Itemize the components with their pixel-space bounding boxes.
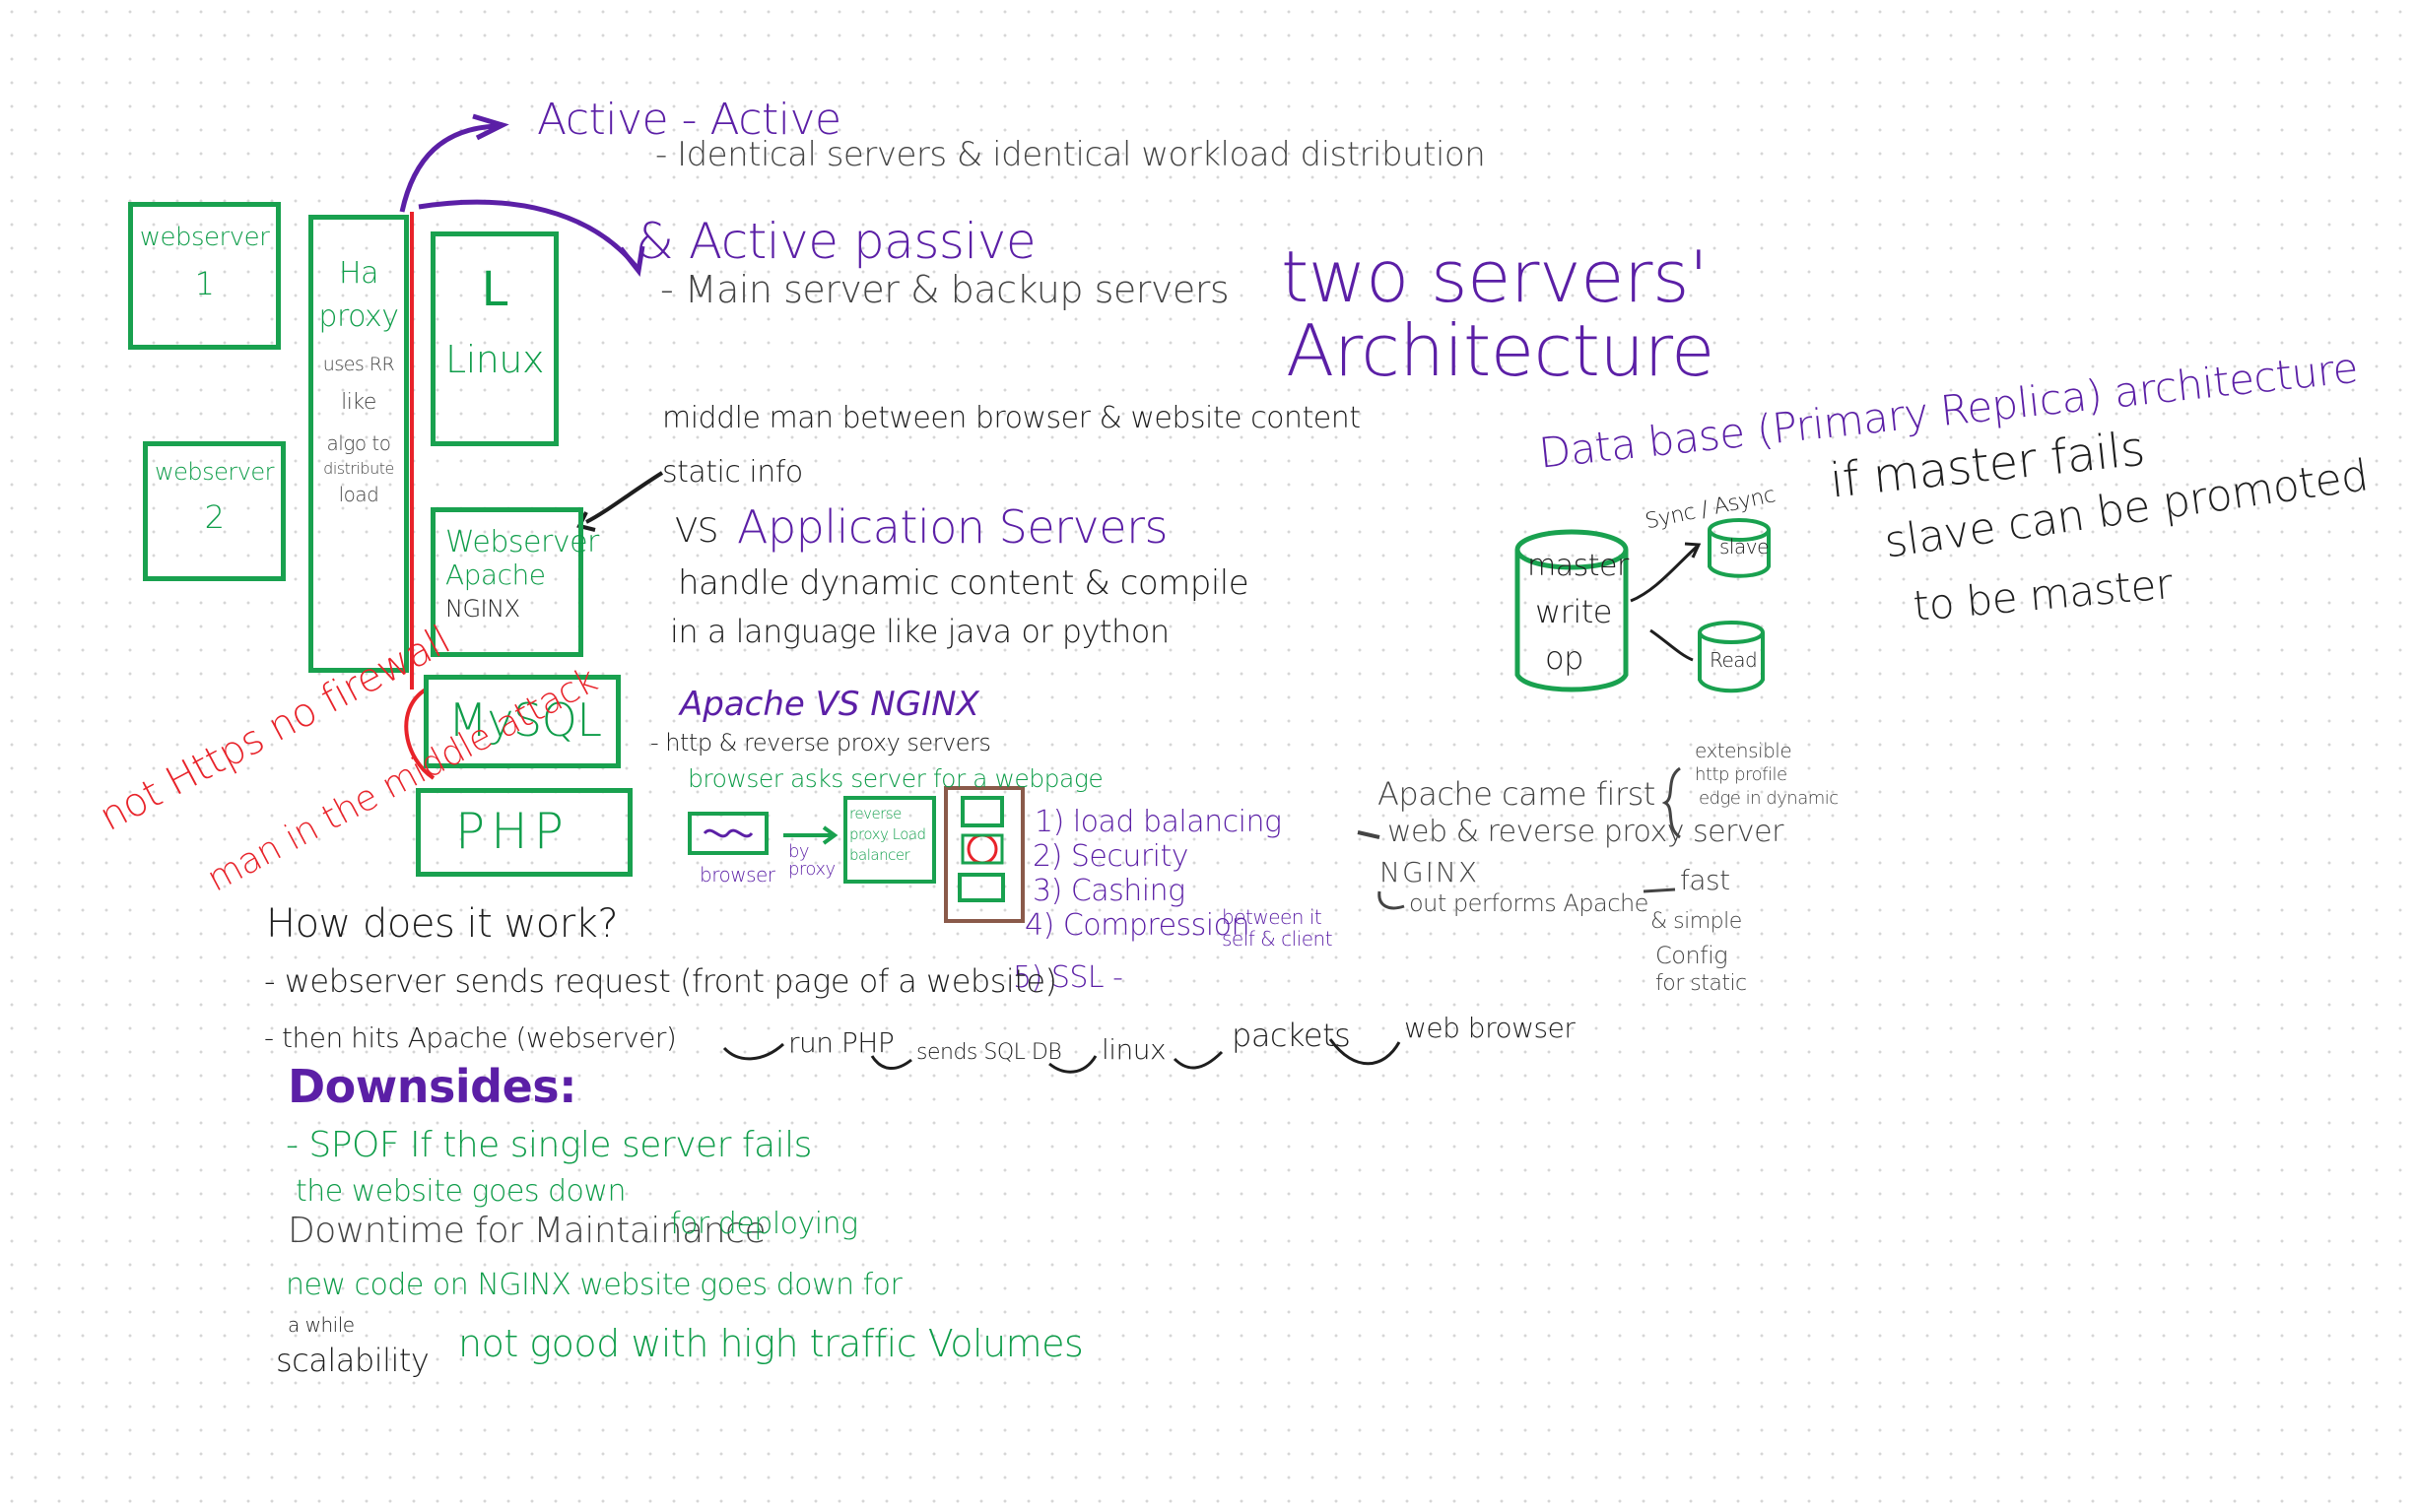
arrow-master-slave xyxy=(1630,545,1699,603)
arrow-to-active-active xyxy=(399,123,499,213)
downside-6b: not good with high traffic Volumes xyxy=(458,1322,1084,1365)
static-info-note: static info xyxy=(662,455,803,490)
haproxy-line-5: algo to xyxy=(326,431,392,455)
web-reverse-proxy-note: web & reverse proxy server xyxy=(1387,815,1783,849)
browser-squiggle xyxy=(703,828,754,838)
arrow-apache-php xyxy=(722,1042,785,1061)
active-active-desc: - Identical servers & identical workload… xyxy=(655,135,1486,174)
op-label: op xyxy=(1545,639,1583,677)
apache-edge: edge in dynamic xyxy=(1699,788,1839,809)
vs-label: VS xyxy=(675,511,718,551)
haproxy-line-7: load xyxy=(338,483,379,506)
benefit-3: 3) Cashing xyxy=(1033,874,1185,908)
by-proxy-label: by proxy xyxy=(788,841,836,880)
webserver-box-line-1: Webserver xyxy=(445,525,599,559)
php-box: PHP xyxy=(416,788,633,877)
title-line-2: Architecture xyxy=(1286,309,1714,392)
downside-5: a while xyxy=(288,1313,355,1337)
read-label: Read xyxy=(1710,648,1758,672)
how-step-2d: linux xyxy=(1102,1033,1167,1066)
arrow-to-webserver-box xyxy=(585,471,664,524)
how-heading: How does it work? xyxy=(266,901,619,947)
server-square-1 xyxy=(961,796,1004,827)
middle-man-note: middle man between browser & website con… xyxy=(662,401,1361,435)
nginx-for-static: for static xyxy=(1655,971,1747,996)
slave-label: slave xyxy=(1719,535,1769,559)
haproxy-box: Ha proxy uses RR like algo to distribute… xyxy=(308,215,409,673)
downside-3b: for deploying xyxy=(670,1207,858,1241)
apache-http-profile: http profile xyxy=(1695,764,1787,785)
app-desc-2: in a language like java or python xyxy=(670,613,1170,650)
webserver-2-box: webserver 2 xyxy=(143,441,286,581)
gear-icon xyxy=(967,833,998,865)
how-step-2a: - then hits Apache (webserver) xyxy=(264,1021,677,1054)
webserver-apache-box: Webserver Apache NGINX xyxy=(431,507,599,657)
how-step-2e: packets xyxy=(1232,1017,1351,1054)
outperforms-note: out performs Apache xyxy=(1409,889,1648,917)
title-line-1: two servers' xyxy=(1281,235,1709,318)
webserver-1-label: webserver xyxy=(139,223,270,252)
server-square-3 xyxy=(958,873,1005,902)
benefit-4: 4) Compression xyxy=(1025,908,1250,943)
how-step-2c: sends SQL DB xyxy=(916,1040,1062,1065)
webserver-1-box: webserver 1 xyxy=(128,202,281,350)
downside-2: the website goes down xyxy=(296,1174,626,1209)
write-label: write xyxy=(1535,593,1612,630)
nginx-note: NGINX xyxy=(1379,856,1480,888)
haproxy-line-2: proxy xyxy=(318,299,399,334)
linux-letter: L xyxy=(481,262,508,317)
browser-asks-note: browser asks server for a webpage xyxy=(688,764,1104,793)
reverse-proxy-label: reverse proxy Load balancer xyxy=(849,805,926,864)
app-desc-1: handle dynamic content & compile xyxy=(678,563,1249,603)
downside-4: new code on NGINX website goes down for xyxy=(286,1268,903,1302)
apache-vs-nginx-heading: Apache VS NGINX xyxy=(680,685,979,724)
how-step-2b: run PHP xyxy=(788,1026,895,1059)
active-passive-heading: & Active passive xyxy=(636,213,1037,270)
http-proxy-note: - http & reverse proxy servers xyxy=(650,729,991,756)
webserver-2-number: 2 xyxy=(204,498,225,536)
browser-label: browser xyxy=(700,863,775,887)
downsides-heading: Downsides: xyxy=(288,1060,577,1113)
haproxy-line-4: like xyxy=(341,390,376,415)
downside-6a: scalability xyxy=(276,1342,430,1379)
webserver-1-number: 1 xyxy=(194,265,215,302)
active-passive-desc: - Main server & backup servers xyxy=(660,268,1230,311)
between-note: between it self & client xyxy=(1222,905,1333,951)
apache-first-note: Apache came first xyxy=(1377,775,1655,813)
haproxy-line-1: Ha xyxy=(339,256,378,291)
webserver-box-line-3: NGINX xyxy=(445,595,520,623)
arrow-nginx-outperforms xyxy=(1377,890,1405,910)
benefit-1: 1) load balancing xyxy=(1035,805,1282,839)
arrow-linux-packets xyxy=(1173,1050,1224,1070)
haproxy-line-6: distribute xyxy=(323,459,394,478)
application-servers-heading: Application Servers xyxy=(737,500,1168,554)
nginx-config: Config xyxy=(1655,942,1728,969)
linux-box: L Linux xyxy=(431,231,559,446)
haproxy-line-3: uses RR xyxy=(322,354,395,375)
nginx-fast: fast xyxy=(1680,864,1730,896)
master-label: master xyxy=(1527,549,1629,583)
webserver-2-label: webserver xyxy=(154,458,275,486)
arrow-master-read xyxy=(1649,628,1694,662)
nginx-simple: & simple xyxy=(1650,909,1742,934)
how-step-2f: web browser xyxy=(1404,1012,1576,1044)
linux-label: Linux xyxy=(445,338,544,381)
webserver-box-line-2: Apache xyxy=(445,559,546,591)
arrow-web-reverse xyxy=(1357,830,1380,839)
benefit-2: 2) Security xyxy=(1033,839,1189,874)
how-step-1: - webserver sends request (front page of… xyxy=(264,962,1057,1000)
php-label: PHP xyxy=(455,803,570,860)
apache-extensible: extensible xyxy=(1695,739,1792,762)
downside-1: - SPOF If the single server fails xyxy=(286,1125,812,1165)
